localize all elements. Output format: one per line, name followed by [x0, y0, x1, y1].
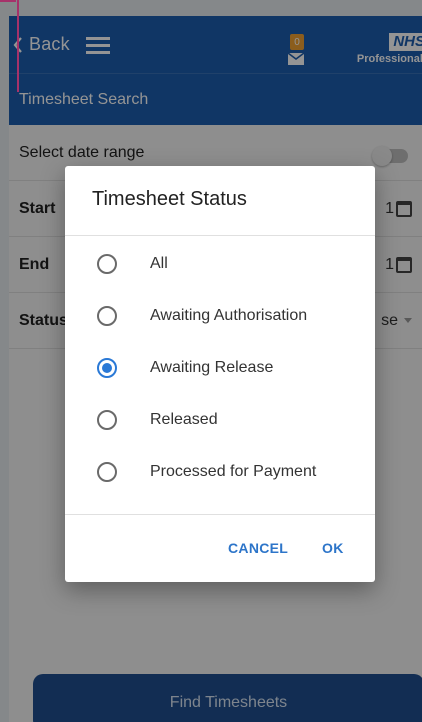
status-option[interactable]: Awaiting Release [65, 342, 375, 394]
radio-button-selected[interactable] [97, 358, 117, 378]
status-option-label: Processed for Payment [150, 463, 317, 480]
radio-button[interactable] [97, 462, 117, 482]
cancel-button[interactable]: CANCEL [228, 540, 288, 556]
radio-button[interactable] [97, 306, 117, 326]
dialog-divider [65, 514, 375, 515]
status-option-label: Awaiting Release [150, 359, 274, 376]
status-option[interactable]: Processed for Payment [65, 446, 375, 498]
dialog-divider [65, 235, 375, 236]
status-option[interactable]: Released [65, 394, 375, 446]
ok-button[interactable]: OK [322, 540, 344, 556]
timesheet-status-dialog: Timesheet Status All Awaiting Authorisat… [65, 166, 375, 582]
dialog-title: Timesheet Status [92, 188, 247, 210]
status-option[interactable]: Awaiting Authorisation [65, 290, 375, 342]
radio-button[interactable] [97, 410, 117, 430]
status-option[interactable]: All [65, 238, 375, 290]
status-option-label: Released [150, 411, 218, 428]
status-option-label: Awaiting Authorisation [150, 307, 308, 324]
guide-line [17, 0, 19, 92]
radio-button[interactable] [97, 254, 117, 274]
guide-line [0, 0, 16, 2]
status-option-label: All [150, 255, 168, 272]
